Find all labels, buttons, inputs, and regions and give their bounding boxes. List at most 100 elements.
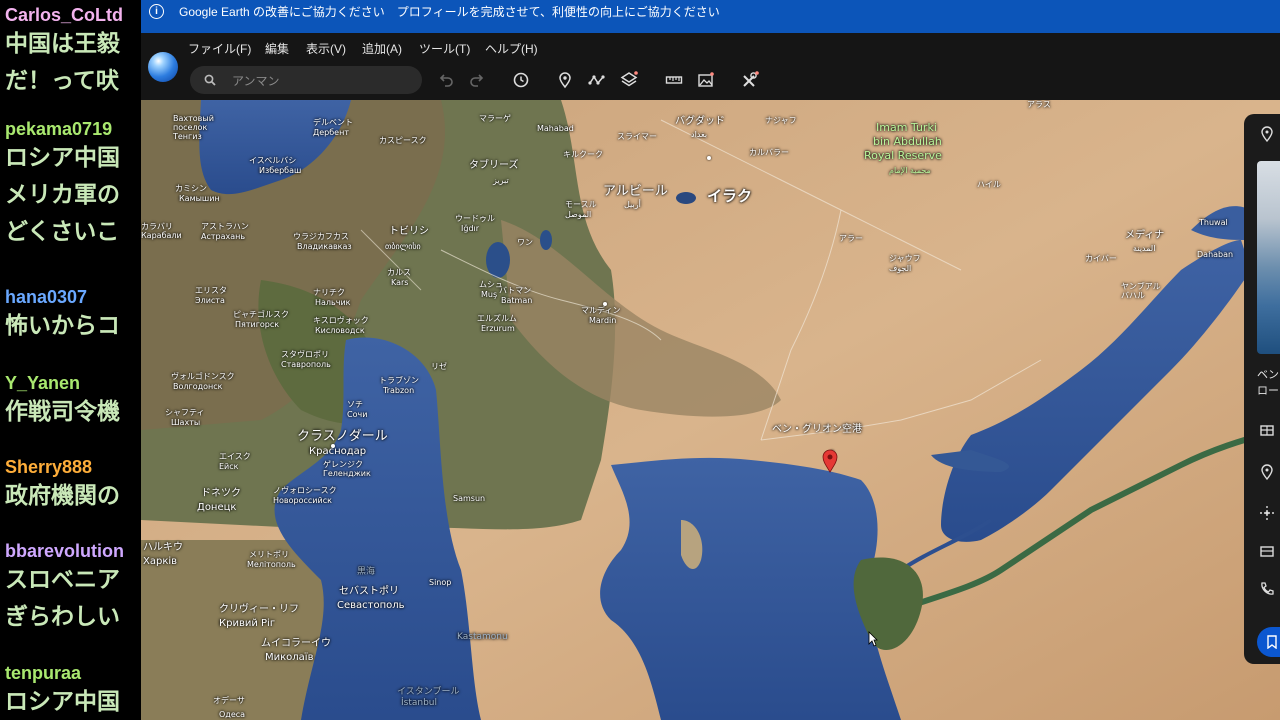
label-sochi-ru: Сочи: [347, 410, 368, 419]
label-nalchik-ru: Нальчик: [315, 298, 351, 307]
label-yanbu: ヤンブアル バハル: [1121, 282, 1161, 300]
label-kamyshin-ru: Камышин: [179, 194, 220, 203]
photo-caption: ベン ロー: [1257, 368, 1279, 397]
placemark-button[interactable]: [555, 70, 575, 90]
label-kryvyi-rih: クリヴィー・リフ: [219, 604, 299, 615]
chat-text: ロシア中国: [5, 689, 120, 715]
label-volgodonsk-ru: Волгодонск: [173, 382, 223, 391]
image-overlay-button[interactable]: [696, 70, 716, 90]
placemark-icon: [559, 72, 571, 89]
layers-button[interactable]: [619, 70, 639, 90]
red-pin-icon: [822, 449, 838, 473]
chat-message: Carlos_CoLtd 中国は王毅 だ！って吠: [0, 4, 123, 100]
label-black-sea: 黒海: [357, 567, 376, 577]
label-yeysk: エイスク: [219, 452, 251, 461]
history-icon: [513, 72, 529, 88]
label-novorossiysk-ru: Новороссийск: [273, 496, 332, 505]
label-sinop: Sinop: [429, 578, 452, 587]
label-jouf-local: الجوف: [889, 264, 912, 273]
label-donetsk-ru: Донецк: [197, 502, 237, 513]
menu-icon[interactable]: [1259, 543, 1275, 559]
menu-add[interactable]: 追加(A): [362, 40, 402, 57]
chat-text: 政府機関の: [5, 483, 120, 509]
label-elista-ru: Элиста: [195, 296, 225, 305]
google-earth-logo-icon[interactable]: [148, 52, 178, 82]
save-icon: [1267, 635, 1277, 649]
label-karabala: カラバリ Карабали: [141, 222, 182, 240]
chat-message: Y_Yanen 作戦司令機: [0, 372, 120, 431]
label-van: ワン: [517, 238, 533, 247]
label-trabzon-local: Trabzon: [383, 386, 415, 395]
label-izberbash-ru: Избербаш: [259, 166, 302, 175]
image-overlay-icon: [698, 72, 714, 87]
label-arbil: アルビール: [603, 184, 668, 199]
chat-username: hana0307: [5, 287, 88, 307]
label-medina: メディナ: [1125, 230, 1165, 241]
chat-message: hana0307 怖いからコ: [0, 286, 120, 345]
label-dervent: デルベント: [313, 118, 353, 127]
label-marague: マラーゲ: [479, 114, 511, 123]
redo-button[interactable]: [467, 70, 487, 90]
label-gelendzhik-ru: Геленджик: [323, 469, 371, 478]
undo-icon: [439, 74, 453, 87]
label-istanbul: イスタンブール: [397, 687, 460, 697]
label-tbilisi: トビリシ: [389, 226, 429, 237]
menu-view[interactable]: 表示(V): [306, 40, 346, 57]
chat-message: pekama0719 ロシア中国 メリカ軍の どくさいこ: [0, 118, 120, 251]
label-pyatigorsk-ru: Пятигорск: [235, 320, 280, 329]
label-vladikavkaz: ウラジカフカス: [293, 232, 349, 241]
place-photo[interactable]: [1257, 161, 1280, 354]
label-mosul: モースル: [565, 200, 597, 209]
label-kaibar: カイバー: [1085, 254, 1117, 263]
location-icon[interactable]: [1259, 126, 1275, 142]
chat-message: bbarevolution スロベニア ぎらわしい: [0, 540, 124, 636]
label-igdir-local: Iğdır: [461, 224, 480, 233]
menu-tools[interactable]: ツール(T): [419, 40, 470, 57]
label-imam-local: محمية الإمام: [889, 166, 931, 175]
chat-text: 作戦司令機: [5, 399, 120, 425]
label-melitopol-ru: Мелітополь: [247, 560, 296, 569]
place-info-panel[interactable]: ベン ロー: [1244, 114, 1280, 664]
chat-text: 怖いからコ: [5, 313, 120, 339]
phone-icon[interactable]: [1259, 581, 1275, 597]
label-novorossiysk: ノヴォロシースク: [273, 486, 337, 495]
label-kharkiv: ハルキウ: [143, 542, 183, 553]
chat-text: スロベニア: [5, 567, 120, 593]
hotel-icon[interactable]: [1259, 422, 1275, 438]
menu-file[interactable]: ファイル(F): [188, 40, 251, 57]
label-hail: ハイル: [977, 180, 1001, 189]
notice-banner[interactable]: i Google Earth の改善にご協力ください プロフィールを完成させて、…: [141, 0, 1280, 33]
info-icon: i: [149, 4, 164, 19]
label-tabriz-local: تبریز: [493, 176, 509, 185]
history-button[interactable]: [511, 70, 531, 90]
label-iraq: イラク: [707, 187, 753, 205]
tools-button[interactable]: [740, 70, 760, 90]
place-icon[interactable]: [1259, 464, 1275, 480]
chat-username: Carlos_CoLtd: [5, 5, 124, 25]
search-input[interactable]: [230, 70, 414, 92]
chat-text: メリカ軍の: [5, 182, 120, 208]
label-batman-local: Batman: [501, 296, 533, 305]
label-baghdad-local: بغداد: [691, 130, 708, 139]
label-dahaban: Dahaban: [1197, 250, 1234, 259]
undo-button[interactable]: [436, 70, 456, 90]
label-karbala: カルバラー: [749, 148, 789, 157]
label-erzurum: エルズルム: [477, 314, 517, 323]
label-tbilisi-local: თბილისი: [385, 242, 421, 251]
menu-help[interactable]: ヘルプ(H): [485, 40, 538, 57]
ruler-button[interactable]: [664, 70, 684, 90]
label-krasnodar: クラスノダール: [297, 429, 388, 444]
menu-edit[interactable]: 編集: [265, 40, 289, 57]
directions-icon[interactable]: [1259, 505, 1275, 521]
placemark-pin[interactable]: [822, 449, 838, 477]
map-view[interactable]: イラク アルビール أربيل バグダッド بغداد タブリーズ تبریز …: [141, 100, 1280, 720]
search-box[interactable]: [190, 66, 422, 94]
label-stavropol-ru: Ставрополь: [281, 360, 331, 369]
label-melitopol: メリトポリ: [249, 550, 289, 559]
notice-text: Google Earth の改善にご協力ください プロフィールを完成させて、利便…: [179, 5, 720, 19]
path-button[interactable]: [587, 70, 607, 90]
chat-panel: Carlos_CoLtd 中国は王毅 だ！って吠 pekama0719 ロシア中国 メリカ…: [0, 0, 141, 720]
ruler-icon: [665, 76, 683, 84]
label-donetsk: ドネツク: [201, 488, 241, 499]
save-button[interactable]: [1257, 627, 1280, 657]
